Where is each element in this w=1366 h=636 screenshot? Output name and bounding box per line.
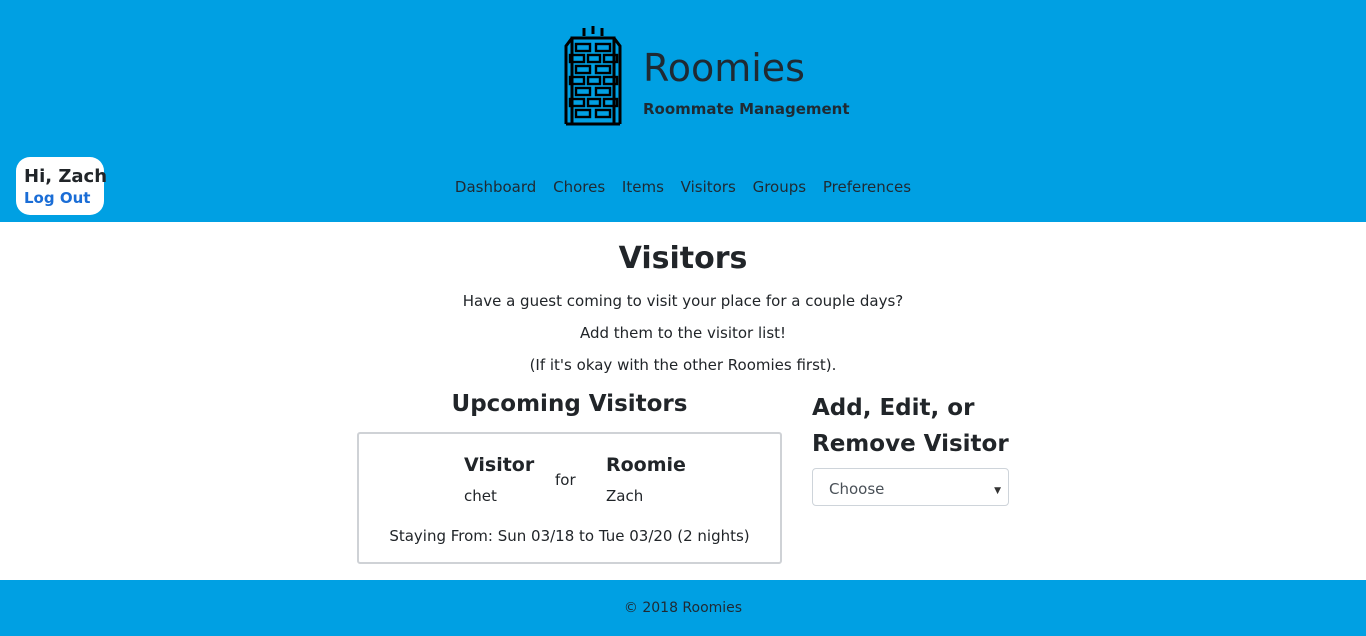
roomie-name: Zach xyxy=(606,487,644,505)
nav-item-preferences[interactable]: Preferences xyxy=(823,178,911,196)
brand-title: Roomies xyxy=(643,46,805,90)
intro-line: Add them to the visitor list! xyxy=(579,324,787,342)
caret-down-icon: ▼ xyxy=(994,486,1001,496)
building-icon xyxy=(564,26,622,126)
brand-subtitle: Roommate Management xyxy=(643,100,850,118)
roomie-header: Roomie xyxy=(606,454,686,476)
nav-item-items[interactable]: Items xyxy=(622,178,664,196)
visitor-select-value: Choose xyxy=(829,480,885,498)
footer: © 2018 Roomies xyxy=(0,580,1366,636)
visitor-select[interactable]: Choose ▼ xyxy=(812,468,1009,506)
main-nav: Dashboard Chores Items Visitors Groups P… xyxy=(0,176,1366,198)
visitor-name: chet xyxy=(464,487,497,505)
nav-item-groups[interactable]: Groups xyxy=(753,178,806,196)
intro-line: Have a guest coming to visit your place … xyxy=(462,292,904,310)
visitor-card: Visitor chet for Roomie Zach Staying Fro… xyxy=(357,432,782,564)
edit-visitor-title: Add, Edit, or Remove Visitor xyxy=(812,395,1009,457)
for-label: for xyxy=(555,471,576,489)
stay-dates: Staying From: Sun 03/18 to Tue 03/20 (2 … xyxy=(389,527,750,545)
nav-item-dashboard[interactable]: Dashboard xyxy=(455,178,536,196)
intro-line: (If it's okay with the other Roomies fir… xyxy=(529,356,837,374)
nav-item-chores[interactable]: Chores xyxy=(553,178,605,196)
visitor-header: Visitor xyxy=(464,454,535,476)
nav-item-visitors[interactable]: Visitors xyxy=(681,178,736,196)
page-title: Visitors xyxy=(618,241,748,276)
footer-copyright: © 2018 Roomies xyxy=(623,600,743,616)
upcoming-visitors-title: Upcoming Visitors xyxy=(451,391,688,417)
header: Roomies Roommate Management Hi, Zach Log… xyxy=(0,0,1366,222)
